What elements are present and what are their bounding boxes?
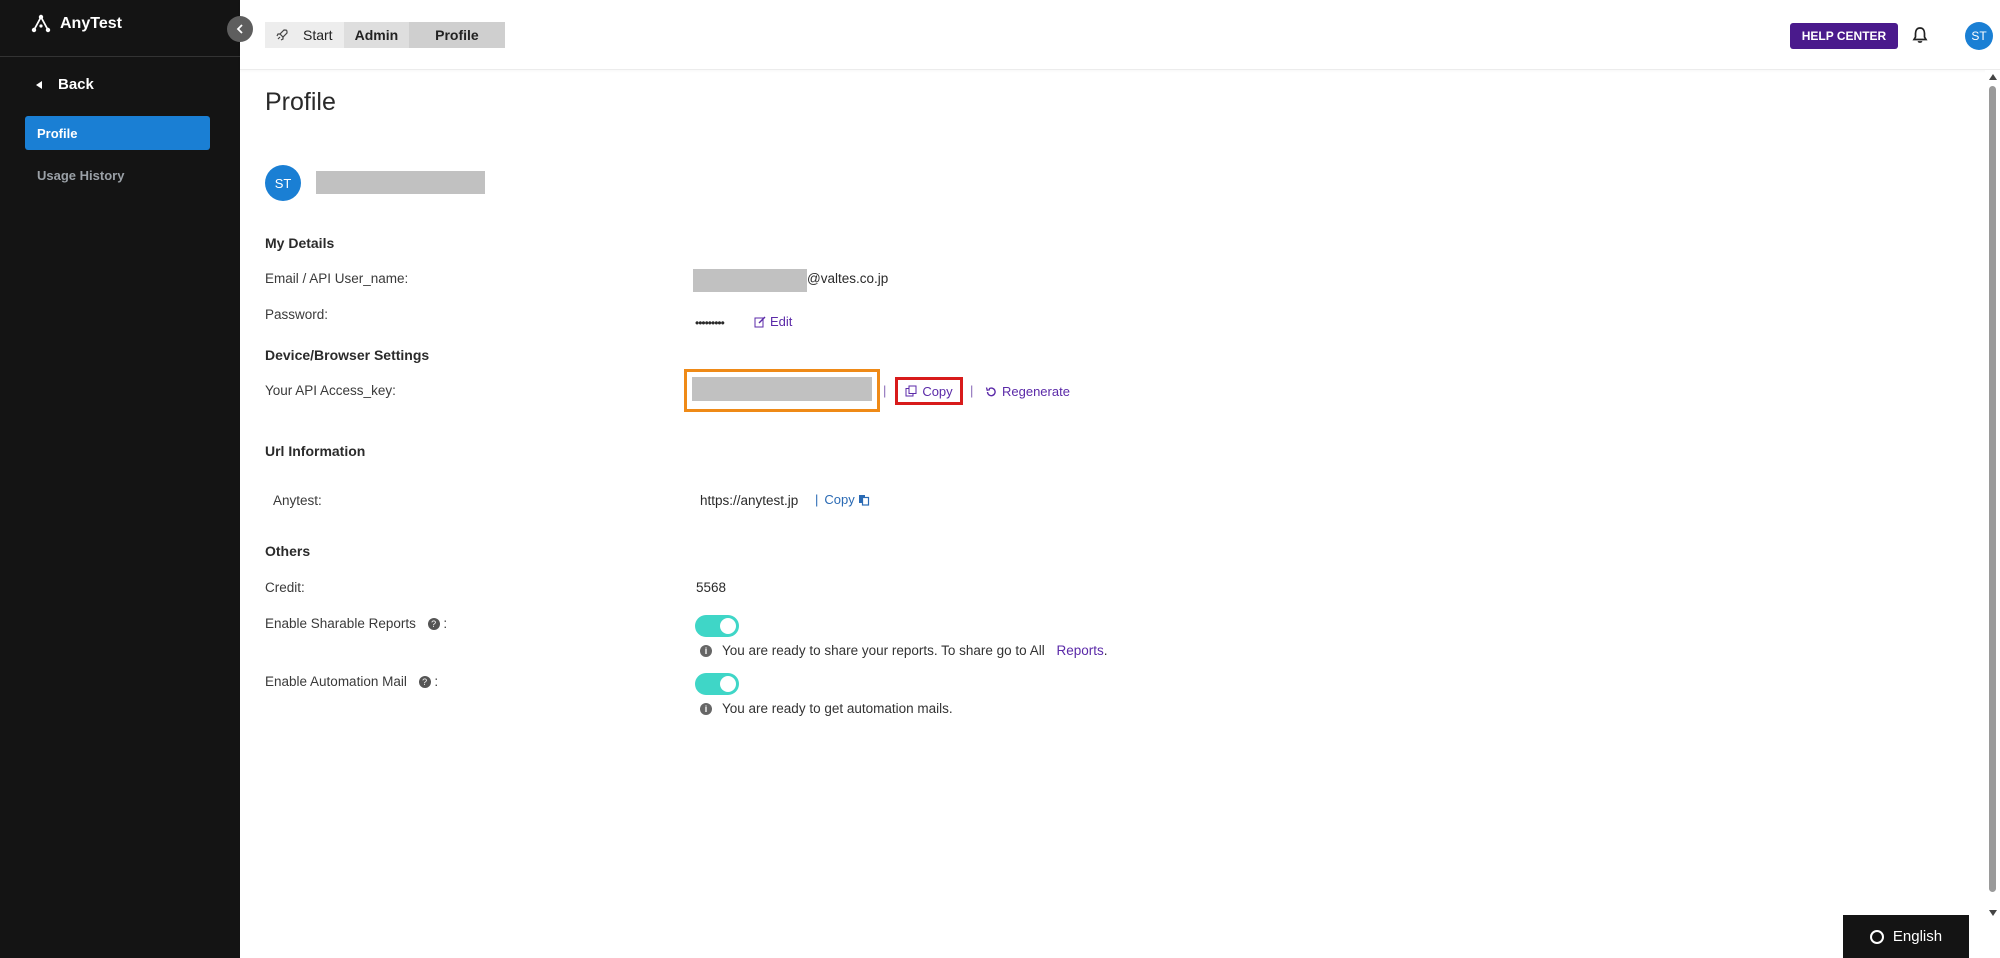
- anytest-label: Anytest:: [273, 493, 322, 508]
- sharable-reports-label: Enable Sharable Reports: [265, 616, 416, 631]
- email-label: Email / API User_name:: [265, 271, 409, 286]
- breadcrumb: Start Admin Profile: [265, 22, 505, 48]
- label-colon: :: [443, 616, 448, 631]
- help-center-button[interactable]: HELP CENTER: [1790, 23, 1898, 49]
- toggle-knob: [720, 676, 736, 692]
- automation-mail-note: i You are ready to get automation mails.: [700, 701, 953, 716]
- profile-avatar: ST: [265, 165, 301, 201]
- sidebar-item-label: Usage History: [37, 167, 125, 183]
- sidebar-divider: [0, 56, 240, 57]
- copy-url-button[interactable]: | Copy: [815, 492, 870, 507]
- sharable-reports-note: i You are ready to share your reports. T…: [700, 643, 1108, 658]
- password-mask: •••••••••: [695, 316, 725, 330]
- label-colon: :: [434, 674, 439, 689]
- scroll-thumb[interactable]: [1989, 86, 1996, 892]
- back-label: Back: [58, 76, 94, 93]
- help-circle-icon[interactable]: ?: [427, 618, 440, 631]
- regenerate-label: Regenerate: [1002, 384, 1070, 399]
- email-domain: @valtes.co.jp: [807, 271, 889, 286]
- reports-link[interactable]: Reports: [1056, 643, 1103, 658]
- automation-mail-toggle[interactable]: [695, 673, 739, 695]
- page-title: Profile: [265, 88, 336, 116]
- breadcrumb-start[interactable]: Start: [265, 22, 344, 48]
- rocket-icon: [276, 29, 288, 41]
- breadcrumb-admin[interactable]: Admin: [343, 22, 410, 48]
- edit-icon: [754, 316, 766, 327]
- avatar-initials: ST: [1971, 29, 1987, 43]
- info-icon: i: [700, 644, 712, 657]
- section-device-browser-settings: Device/Browser Settings: [265, 347, 430, 363]
- scroll-down-arrow-icon[interactable]: [1989, 910, 1997, 916]
- separator: |: [815, 492, 819, 507]
- anytest-url: https://anytest.jp: [700, 493, 799, 508]
- automation-mail-label-row: Enable Automation Mail ? :: [265, 674, 438, 689]
- section-others: Others: [265, 543, 311, 559]
- redacted-email-user: [693, 269, 807, 292]
- breadcrumb-label: Admin: [354, 27, 399, 43]
- circle-icon: [1869, 929, 1884, 944]
- copy-api-key-button[interactable]: Copy: [895, 377, 963, 405]
- copy-icon: [905, 385, 917, 397]
- help-circle-icon[interactable]: ?: [418, 676, 431, 689]
- redacted-user-name: [316, 171, 485, 194]
- url-copy-label: Copy: [824, 492, 855, 507]
- bell-icon[interactable]: [1910, 25, 1930, 45]
- back-button[interactable]: Back: [36, 76, 94, 93]
- app-name: AnyTest: [60, 15, 122, 32]
- back-arrow-icon: [36, 80, 42, 89]
- breadcrumb-label: Profile: [435, 27, 479, 43]
- credit-value: 5568: [696, 580, 727, 595]
- period: .: [1103, 643, 1108, 658]
- sidebar-item-label: Profile: [37, 125, 78, 141]
- regenerate-api-key-button[interactable]: Regenerate: [985, 384, 1070, 399]
- sidebar-item-usage-history[interactable]: Usage History: [25, 158, 210, 192]
- sidebar-collapse-button[interactable]: [227, 16, 253, 42]
- sharable-note-text: You are ready to share your reports. To …: [722, 643, 1045, 658]
- breadcrumb-profile[interactable]: Profile: [409, 22, 505, 48]
- sidebar: AnyTest Back Profile Usage History: [0, 0, 240, 958]
- help-center-label: HELP CENTER: [1801, 29, 1887, 43]
- vertical-scrollbar[interactable]: [1985, 70, 2000, 958]
- password-label: Password:: [265, 307, 329, 322]
- copy-label: Copy: [922, 383, 953, 399]
- scroll-up-arrow-icon[interactable]: [1989, 74, 1997, 80]
- language-label: English: [1892, 928, 1943, 945]
- breadcrumb-label: Start: [303, 27, 333, 43]
- separator: |: [970, 383, 974, 398]
- user-avatar[interactable]: ST: [1965, 22, 1993, 50]
- avatar-initials: ST: [274, 175, 292, 191]
- api-key-label: Your API Access_key:: [265, 383, 396, 398]
- refresh-icon: [985, 386, 996, 396]
- profile-content: Profile ST My Details Email / API User_n…: [240, 70, 1985, 958]
- app-logo[interactable]: AnyTest: [30, 14, 122, 34]
- edit-label: Edit: [770, 314, 793, 329]
- language-selector-button[interactable]: English: [1843, 915, 1969, 958]
- sidebar-item-profile[interactable]: Profile: [25, 116, 210, 150]
- chevron-left-icon: [236, 24, 243, 34]
- automation-note-text: You are ready to get automation mails.: [722, 701, 953, 716]
- credit-label: Credit:: [265, 580, 305, 595]
- redacted-api-key[interactable]: [692, 377, 872, 401]
- edit-password-button[interactable]: Edit: [754, 314, 792, 329]
- toggle-knob: [720, 618, 736, 634]
- sharable-reports-toggle[interactable]: [695, 615, 739, 637]
- sharable-reports-label-row: Enable Sharable Reports ? :: [265, 616, 447, 631]
- separator: |: [883, 383, 887, 398]
- top-bar: Start Admin Profile HELP CENTER ST: [240, 0, 2000, 70]
- anytest-logo-icon: [31, 14, 51, 33]
- info-icon: i: [700, 702, 712, 715]
- section-url-information: Url Information: [265, 443, 366, 459]
- automation-mail-label: Enable Automation Mail: [265, 674, 407, 689]
- section-my-details: My Details: [265, 235, 335, 251]
- clipboard-icon: [858, 494, 869, 506]
